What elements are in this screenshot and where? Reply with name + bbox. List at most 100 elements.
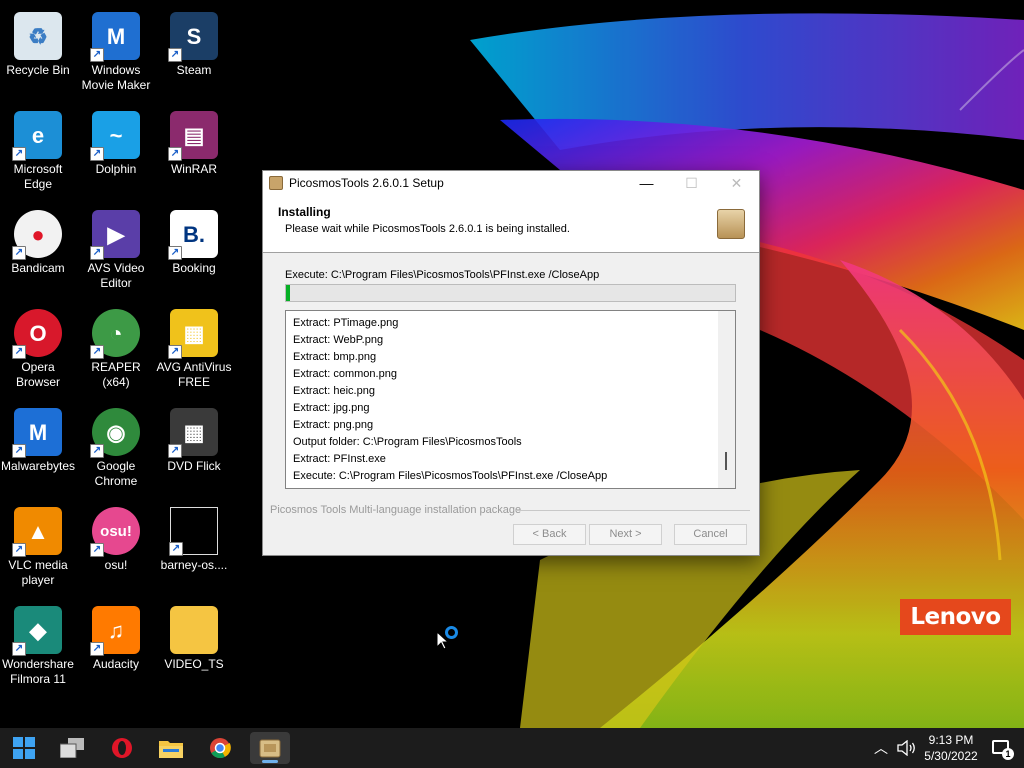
desktop-icon-label: Wondershare Filmora 11 — [2, 657, 74, 686]
shortcut-arrow-icon: ↗ — [168, 444, 182, 458]
shortcut-arrow-icon: ↗ — [90, 147, 104, 161]
branding-text: Picosmos Tools Multi-language installati… — [270, 504, 522, 516]
clock-date: 5/30/2022 — [924, 749, 978, 763]
desktop-icon[interactable]: e ↗ Microsoft Edge — [0, 105, 77, 192]
package-icon — [717, 209, 745, 239]
desktop-icon[interactable]: B. ↗ Booking — [155, 204, 233, 276]
progress-fill — [286, 285, 291, 301]
log-scrollbar[interactable] — [718, 311, 735, 488]
start-button[interactable] — [4, 732, 44, 764]
desktop-icon-label: Malwarebytes — [0, 459, 76, 473]
opera-taskbar-icon — [112, 738, 132, 758]
desktop-icon[interactable]: ▤ ↗ WinRAR — [155, 105, 233, 177]
dolphin-icon: ~ ↗ — [90, 111, 140, 161]
desktop-icon[interactable]: M ↗ Windows Movie Maker — [77, 6, 155, 93]
desktop-icon[interactable]: ◔ ↗ REAPER (x64) — [77, 303, 155, 390]
booking-icon: B. ↗ — [168, 210, 218, 260]
desktop-icon[interactable]: ▶ ↗ AVS Video Editor — [77, 204, 155, 291]
dialog-titlebar[interactable]: PicosmosTools 2.6.0.1 Setup — ☐ ✕ — [263, 171, 759, 195]
chevron-up-icon: ︿ — [874, 740, 888, 756]
next-button: Next > — [589, 524, 662, 545]
minimize-button[interactable]: — — [624, 171, 669, 195]
desktop-icon-label: Opera Browser — [15, 360, 60, 389]
task-view-icon — [60, 738, 84, 758]
back-button: < Back — [513, 524, 586, 545]
log-line: Extract: jpg.png — [293, 402, 370, 414]
winrar-icon: ▤ ↗ — [168, 111, 218, 161]
shortcut-arrow-icon: ↗ — [90, 642, 104, 656]
windows-start-icon — [13, 737, 35, 759]
desktop-icon-label: AVG AntiVirus FREE — [156, 360, 232, 389]
desktop-icon-label: REAPER (x64) — [91, 360, 141, 389]
install-progress-bar — [285, 284, 736, 302]
desktop-icon-label: VLC media player — [8, 558, 68, 587]
speaker-icon — [897, 740, 915, 756]
file-explorer-icon — [159, 741, 183, 758]
desktop-icon[interactable]: ▲ ↗ VLC media player — [0, 501, 77, 588]
edge-icon: e ↗ — [12, 111, 62, 161]
log-line: Extract: heic.png — [293, 385, 375, 397]
shortcut-arrow-icon: ↗ — [12, 642, 26, 656]
log-line: Execute: C:\Program Files\PicosmosTools\… — [293, 470, 608, 482]
taskbar: ︿ 9:13 PM 5/30/2022 1 — [0, 728, 1024, 768]
desktop-icon[interactable]: ▦ ↗ AVG AntiVirus FREE — [155, 303, 233, 390]
shortcut-arrow-icon: ↗ — [168, 246, 182, 260]
desktop-icon[interactable]: O ↗ Opera Browser — [0, 303, 77, 390]
chrome-icon: ◉ ↗ — [90, 408, 140, 458]
chrome-taskbar-button[interactable] — [200, 732, 240, 764]
desktop-icon[interactable]: ~ ↗ Dolphin — [77, 105, 155, 177]
recycle-bin-icon: ♻ — [14, 12, 62, 60]
audacity-icon: ♫ ↗ — [90, 606, 140, 656]
desktop-icon[interactable]: M ↗ Malwarebytes — [0, 402, 77, 474]
chrome-taskbar-icon — [210, 738, 231, 759]
vlc-icon: ▲ ↗ — [12, 507, 62, 557]
desktop-icon[interactable]: ◉ ↗ Google Chrome — [77, 402, 155, 489]
close-button: ✕ — [730, 174, 743, 191]
desktop-icon[interactable]: ♻ Recycle Bin — [0, 6, 77, 78]
notification-count-badge: 1 — [1002, 748, 1014, 760]
shortcut-arrow-icon: ↗ — [12, 345, 26, 359]
shortcut-arrow-icon: ↗ — [90, 48, 104, 62]
malwarebytes-icon: M ↗ — [12, 408, 62, 458]
desktop-icon-label: barney-os.... — [160, 558, 228, 572]
movie-maker-icon: M ↗ — [90, 12, 140, 62]
install-log[interactable]: Extract: PTimage.png Extract: WebP.png Ext… — [285, 310, 736, 489]
avs-video-editor-icon: ▶ ↗ — [90, 210, 140, 260]
desktop-icon[interactable]: ● ↗ Bandicam — [0, 204, 77, 276]
picosmos-setup-taskbar-button[interactable] — [250, 732, 290, 764]
desktop-icon-label: WinRAR — [170, 162, 217, 176]
show-hidden-icons-button[interactable]: ︿ — [874, 728, 888, 768]
desktop-icon[interactable]: S ↗ Steam — [155, 6, 233, 78]
log-line: Extract: PFInst.exe — [293, 453, 386, 465]
desktop-icon-label: AVS Video Editor — [87, 261, 145, 290]
shortcut-arrow-icon: ↗ — [168, 147, 182, 161]
mouse-pointer-icon — [437, 632, 449, 650]
osu-icon: osu! ↗ — [90, 507, 140, 557]
desktop-icon-label: Bandicam — [11, 261, 65, 275]
desktop-icon[interactable]: ▦ ↗ DVD Flick — [155, 402, 233, 474]
desktop-icon[interactable]: VIDEO_TS — [155, 600, 233, 672]
desktop-icon[interactable]: ♫ ↗ Audacity — [77, 600, 155, 672]
desktop-icon[interactable]: ◆ ↗ Wondershare Filmora 11 — [0, 600, 77, 687]
desktop-icon[interactable]: ↗ barney-os.... — [155, 501, 233, 573]
log-rows: Extract: PTimage.png Extract: WebP.png Ext… — [293, 315, 607, 485]
scrollbar-thumb[interactable] — [725, 452, 727, 470]
clock-time: 9:13 PM — [928, 733, 974, 747]
clock[interactable]: 9:13 PM 5/30/2022 — [918, 732, 984, 764]
avg-icon: ▦ ↗ — [168, 309, 218, 359]
header-subtitle: Please wait while PicosmosTools 2.6.0.1 … — [285, 223, 570, 235]
cancel-button[interactable]: Cancel — [674, 524, 747, 545]
task-view-button[interactable] — [52, 732, 92, 764]
shortcut-arrow-icon: ↗ — [90, 444, 104, 458]
lenovo-logo: Lenovo — [900, 599, 1011, 635]
file-explorer-button[interactable] — [151, 732, 191, 764]
opera-taskbar-button[interactable] — [102, 732, 142, 764]
volume-button[interactable] — [897, 728, 917, 768]
log-line: Extract: png.png — [293, 419, 374, 431]
desktop-icon-label: Booking — [172, 261, 216, 275]
shortcut-arrow-icon: ↗ — [90, 345, 104, 359]
desktop-icon-label: DVD Flick — [167, 459, 221, 473]
desktop-icon-label: VIDEO_TS — [164, 657, 224, 671]
branding-divider — [515, 510, 750, 511]
desktop-icon[interactable]: osu! ↗ osu! — [77, 501, 155, 573]
